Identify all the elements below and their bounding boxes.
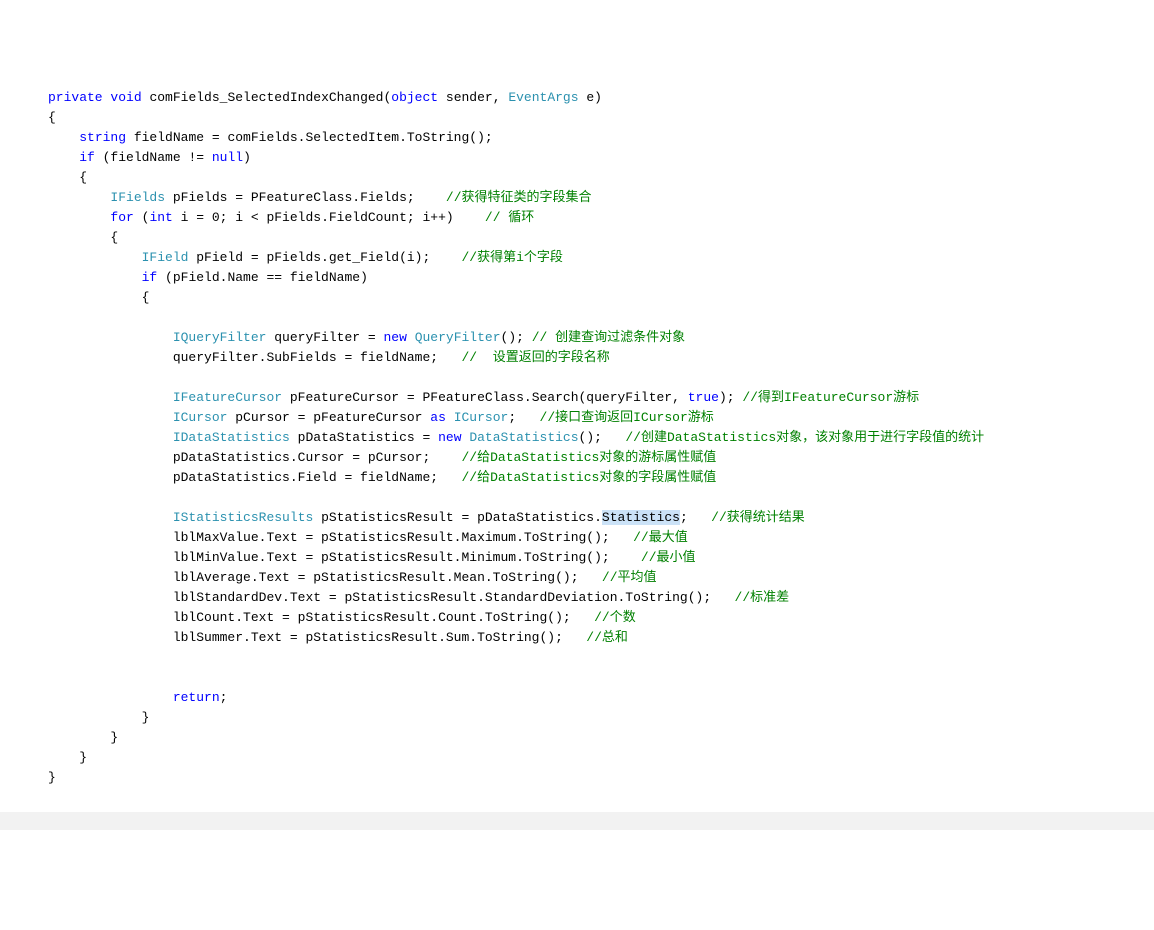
code-line: lblMinValue.Text = pStatisticsResult.Min… [48,550,696,565]
code-line: lblSummer.Text = pStatisticsResult.Sum.T… [48,630,628,645]
code-line: IStatisticsResults pStatisticsResult = p… [48,510,805,525]
code-line: private void comFields_SelectedIndexChan… [48,90,602,105]
code-line: } [48,710,149,725]
code-line: lblCount.Text = pStatisticsResult.Count.… [48,610,636,625]
code-line: { [48,170,87,185]
code-line: if (pField.Name == fieldName) [48,270,368,285]
code-line: IFields pFields = PFeatureClass.Fields; … [48,190,592,205]
code-line: string fieldName = comFields.SelectedIte… [48,130,493,145]
code-line: { [48,290,149,305]
code-line: for (int i = 0; i < pFields.FieldCount; … [48,210,534,225]
code-line: pDataStatistics.Cursor = pCursor; //给Dat… [48,450,716,465]
code-line: pDataStatistics.Field = fieldName; //给Da… [48,470,716,485]
selected-text: Statistics [602,510,680,525]
code-line: { [48,230,118,245]
code-line: lblMaxValue.Text = pStatisticsResult.Max… [48,530,688,545]
code-line: if (fieldName != null) [48,150,251,165]
code-line: return; [48,690,227,705]
code-line [48,310,56,325]
code-line: queryFilter.SubFields = fieldName; // 设置… [48,350,610,365]
code-line: IQueryFilter queryFilter = new QueryFilt… [48,330,685,345]
code-line: lblStandardDev.Text = pStatisticsResult.… [48,590,789,605]
code-line: IFeatureCursor pFeatureCursor = PFeature… [48,390,919,405]
code-line: IDataStatistics pDataStatistics = new Da… [48,430,984,445]
code-line [48,670,56,685]
code-line [48,490,56,505]
code-line: } [48,750,87,765]
code-line: ICursor pCursor = pFeatureCursor as ICur… [48,410,714,425]
code-line: { [48,110,56,125]
code-editor: private void comFields_SelectedIndexChan… [0,88,1154,788]
code-line: IField pField = pFields.get_Field(i); //… [48,250,563,265]
code-line [48,650,56,665]
code-line: lblAverage.Text = pStatisticsResult.Mean… [48,570,657,585]
code-line [48,370,56,385]
footer-bar [0,812,1154,830]
code-line: } [48,770,56,785]
